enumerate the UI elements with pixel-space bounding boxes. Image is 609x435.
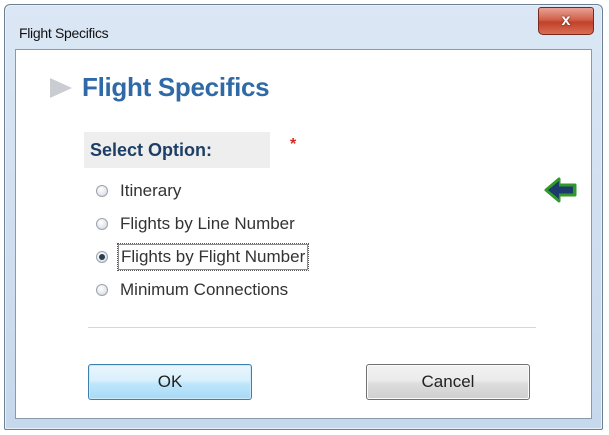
chevron-right-icon bbox=[50, 77, 72, 98]
select-option-label-box: Select Option: bbox=[84, 132, 270, 168]
option-minimum-connections[interactable]: Minimum Connections bbox=[96, 273, 308, 306]
required-indicator: * bbox=[290, 136, 297, 153]
option-label-minimum-connections[interactable]: Minimum Connections bbox=[118, 279, 290, 301]
page-title: Flight Specifics bbox=[82, 72, 270, 102]
back-arrow-icon[interactable] bbox=[544, 176, 578, 204]
cancel-button[interactable]: Cancel bbox=[366, 364, 530, 400]
cancel-button-label: Cancel bbox=[421, 372, 475, 391]
dialog-header: Flight Specifics bbox=[50, 72, 270, 103]
radio-itinerary[interactable] bbox=[96, 184, 108, 197]
option-itinerary[interactable]: Itinerary bbox=[96, 174, 308, 207]
divider bbox=[88, 327, 536, 328]
option-radio-group: Itinerary Flights by Line Number Flights… bbox=[96, 174, 310, 306]
select-option-label: Select Option: bbox=[90, 139, 213, 160]
ok-button-label: OK bbox=[157, 372, 183, 391]
option-flights-by-line-number[interactable]: Flights by Line Number bbox=[96, 207, 308, 240]
option-label-flights-by-line-number[interactable]: Flights by Line Number bbox=[118, 213, 297, 235]
radio-minimum-connections[interactable] bbox=[96, 283, 108, 296]
ok-button[interactable]: OK bbox=[88, 364, 252, 400]
option-label-flights-by-flight-number[interactable]: Flights by Flight Number bbox=[116, 242, 310, 271]
radio-flights-by-line-number[interactable] bbox=[96, 217, 108, 230]
close-button[interactable]: x bbox=[538, 7, 594, 35]
title-bar[interactable]: Flight Specifics x bbox=[5, 5, 602, 49]
dialog-window: Flight Specifics x Flight Specifics Sele… bbox=[4, 4, 603, 430]
option-label-itinerary[interactable]: Itinerary bbox=[118, 180, 183, 202]
close-icon: x bbox=[561, 12, 571, 29]
radio-flights-by-flight-number[interactable] bbox=[96, 250, 108, 263]
option-flights-by-flight-number[interactable]: Flights by Flight Number bbox=[96, 240, 310, 273]
window-title: Flight Specifics bbox=[19, 25, 109, 41]
dialog-content: Flight Specifics Select Option: * Itiner… bbox=[15, 49, 592, 419]
